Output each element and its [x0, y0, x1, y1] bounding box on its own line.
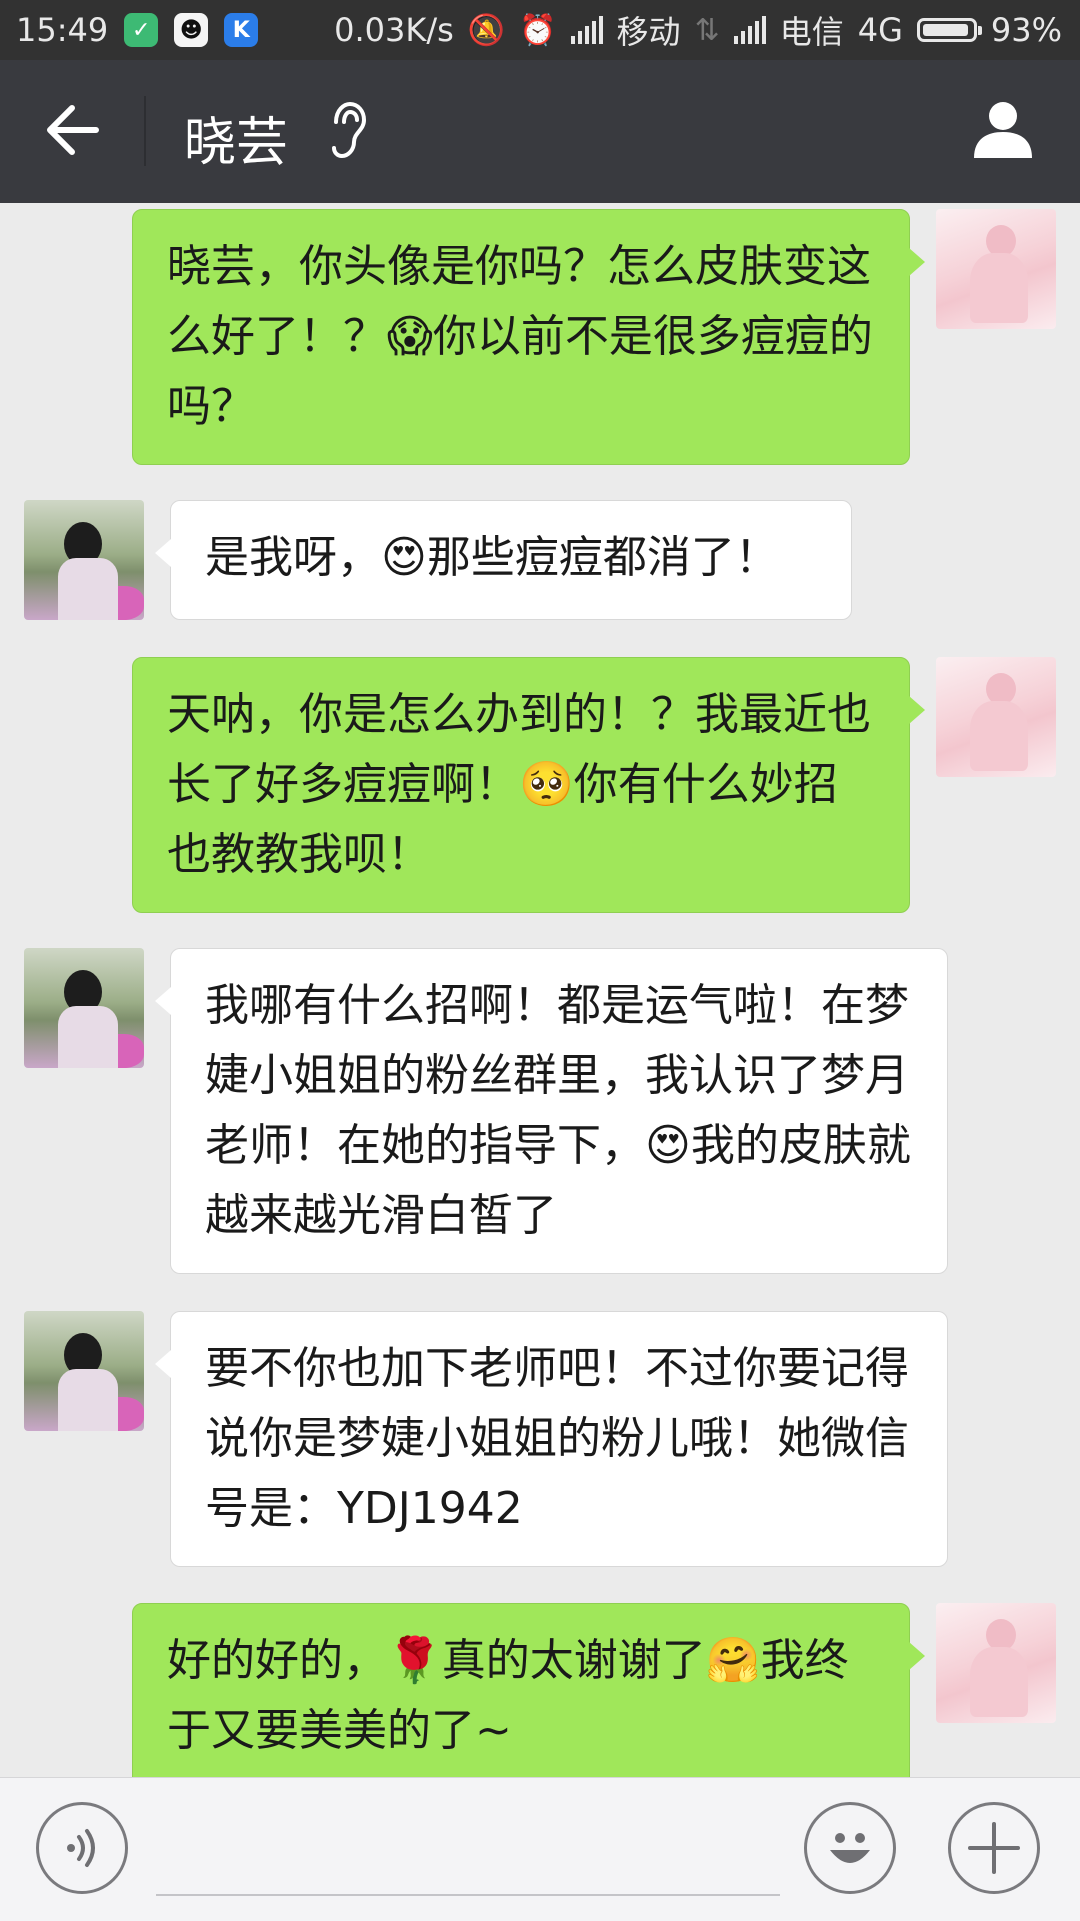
alarm-icon: ⏰ — [519, 12, 557, 48]
plus-icon — [968, 1822, 1020, 1874]
chat-header: 晓芸 — [0, 60, 1080, 203]
message-input[interactable] — [156, 1894, 780, 1896]
message-text: 我哪有什么招啊！都是运气啦！在梦婕小姐姐的粉丝群里，我认识了梦月老师！在她的指导… — [205, 980, 911, 1241]
carrier-1: 移动 — [616, 13, 681, 51]
contact-avatar[interactable] — [24, 948, 144, 1068]
signal-icon — [733, 16, 766, 44]
mute-icon: 🔕 — [467, 12, 506, 48]
plus-button[interactable] — [948, 1802, 1040, 1894]
message-text: 好的好的，🌹真的太谢谢了🤗我终于又要美美的了~ — [167, 1635, 849, 1756]
my-avatar[interactable] — [936, 209, 1056, 329]
message-text: 是我呀，😍那些痘痘都消了！ — [205, 532, 779, 583]
message-text: 晓芸，你头像是你吗？怎么皮肤变这么好了！？😱你以前不是很多痘痘的吗？ — [167, 241, 873, 432]
battery-icon — [916, 18, 982, 42]
message-bubble-received[interactable]: 要不你也加下老师吧！不过你要记得说你是梦婕小姐姐的粉儿哦！她微信号是：YDJ19… — [155, 1311, 948, 1567]
my-avatar[interactable] — [936, 1603, 1056, 1723]
emoji-button[interactable] — [804, 1802, 896, 1894]
header-divider — [144, 96, 146, 166]
message-bubble-sent[interactable]: 好的好的，🌹真的太谢谢了🤗我终于又要美美的了~ — [132, 1603, 925, 1777]
message-bubble-received[interactable]: 是我呀，😍那些痘痘都消了！ — [155, 500, 852, 620]
battery-fill — [922, 24, 968, 36]
input-bar — [0, 1777, 1080, 1921]
person-icon[interactable] — [972, 98, 1034, 160]
qq-icon: ☻ — [174, 13, 209, 47]
message-text: 要不你也加下老师吧！不过你要记得说你是梦婕小姐姐的粉儿哦！她微信号是：YDJ19… — [205, 1343, 909, 1534]
emoji-icon — [830, 1833, 870, 1863]
avatar-flowers — [94, 1034, 144, 1068]
k-app-icon: K — [224, 13, 259, 47]
message-bubble-sent[interactable]: 晓芸，你头像是你吗？怎么皮肤变这么好了！？😱你以前不是很多痘痘的吗？ — [132, 209, 925, 465]
avatar-flowers — [94, 1397, 144, 1431]
battery-percent: 93% — [990, 11, 1062, 49]
signal-icon — [570, 16, 603, 44]
avatar-flowers — [94, 586, 144, 620]
status-bar: 15:49 ✓ ☻ K 0.03K/s 🔕 ⏰ 移动 ⇅ 电信 4G 93% — [0, 0, 1080, 60]
earpiece-icon — [332, 101, 367, 159]
carrier-2: 电信 — [779, 13, 844, 51]
shield-app-icon: ✓ — [124, 13, 159, 47]
contact-avatar[interactable] — [24, 500, 144, 620]
status-time: 15:49 — [16, 11, 109, 49]
message-bubble-sent[interactable]: 天呐，你是怎么办到的！？我最近也长了好多痘痘啊！🥺你有什么妙招也教教我呗！ — [132, 657, 925, 913]
message-text: 天呐，你是怎么办到的！？我最近也长了好多痘痘啊！🥺你有什么妙招也教教我呗！ — [167, 689, 871, 880]
contact-avatar[interactable] — [24, 1311, 144, 1431]
message-bubble-received[interactable]: 我哪有什么招啊！都是运气啦！在梦婕小姐姐的粉丝群里，我认识了梦月老师！在她的指导… — [155, 948, 948, 1274]
data-arrows-icon: ⇅ — [694, 12, 720, 48]
chat-title: 晓芸 — [184, 113, 289, 173]
my-avatar[interactable] — [936, 657, 1056, 777]
chat-area[interactable]: 晓芸，你头像是你吗？怎么皮肤变这么好了！？😱你以前不是很多痘痘的吗？ 是我呀，😍… — [0, 203, 1080, 1777]
voice-button[interactable] — [36, 1802, 128, 1894]
network-type: 4G — [857, 11, 903, 49]
voice-icon — [67, 1829, 95, 1867]
back-arrow-icon[interactable] — [44, 102, 100, 158]
network-speed: 0.03K/s — [334, 11, 454, 49]
